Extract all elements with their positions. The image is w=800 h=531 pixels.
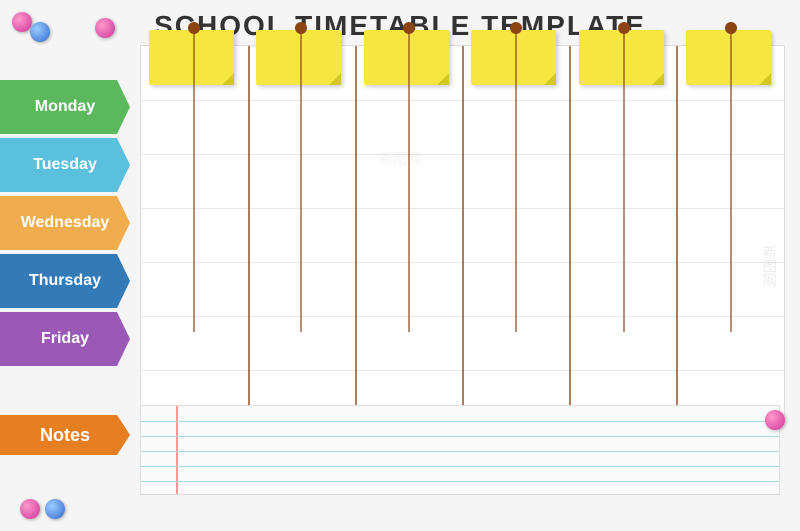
sticky-tab-1 [149,30,239,85]
notes-line-2 [141,436,779,437]
sticky-note-2 [256,30,341,85]
pin-decoration-blue-top [30,22,50,42]
v-divider-5 [676,46,678,414]
pin-notes-right [765,410,785,430]
days-container: Monday Tuesday Wednesday Thursday Friday [0,80,140,370]
sticky-note-5 [579,30,664,85]
timetable-grid [140,45,785,415]
sticky-pin-3 [403,22,415,34]
sticky-pin-6 [725,22,737,34]
notes-paper[interactable] [140,405,780,495]
day-monday: Monday [0,80,130,134]
sticky-tabs-container [140,30,785,85]
sticky-tab-4 [471,30,561,85]
v-divider-4 [569,46,571,414]
notes-line-5 [141,481,779,482]
sticky-pin-1 [188,22,200,34]
notes-line-3 [141,451,779,452]
v-divider-2 [355,46,357,414]
day-tuesday: Tuesday [0,138,130,192]
pin-bottom-blue [45,499,65,519]
pin-bottom-pink [20,499,40,519]
page: SCHOOL TIMETABLE TEMPLATE [0,0,800,531]
sticky-tab-6 [686,30,776,85]
sticky-pin-5 [618,22,630,34]
notes-line-4 [141,466,779,467]
sticky-tab-5 [579,30,669,85]
day-thursday: Thursday [0,254,130,308]
sticky-pin-2 [295,22,307,34]
sticky-note-4 [471,30,556,85]
sticky-tab-3 [364,30,454,85]
watermark-right: 新图网 [760,245,780,287]
sticky-tab-2 [256,30,346,85]
sticky-pin-4 [510,22,522,34]
notes-line-1 [141,421,779,422]
v-divider-3 [462,46,464,414]
sticky-note-3 [364,30,449,85]
sticky-note-6 [686,30,771,85]
pin-decoration-top-center [95,18,115,38]
v-divider-1 [248,46,250,414]
day-wednesday: Wednesday [0,196,130,250]
notes-label: Notes [0,415,130,455]
pin-decoration-pink-top [12,12,32,32]
day-friday: Friday [0,312,130,366]
sticky-note-1 [149,30,234,85]
watermark-center: 新图网 [379,149,421,169]
